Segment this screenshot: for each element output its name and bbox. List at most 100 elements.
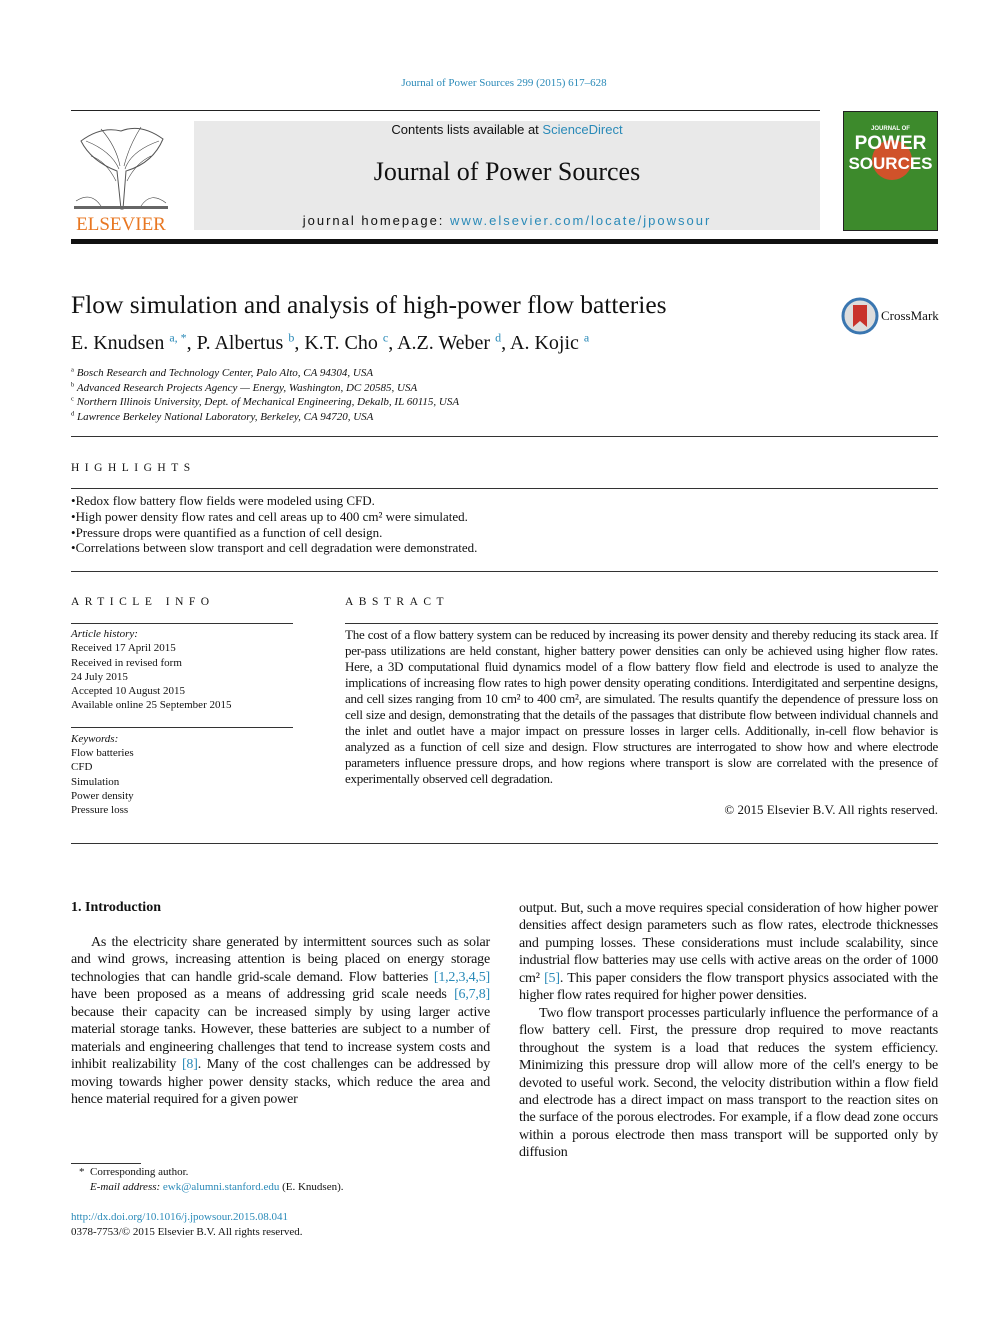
citation-link[interactable]: [1,2,3,4,5] [434, 970, 490, 985]
elsevier-wordmark: ELSEVIER [76, 214, 166, 233]
citation-link[interactable]: [6,7,8] [454, 987, 490, 1002]
journal-title: Journal of Power Sources [373, 157, 641, 186]
divider [71, 436, 938, 437]
highlight-text: Correlations between slow transport and … [75, 540, 478, 556]
cover-text-1: JOURNAL OF [871, 126, 910, 132]
homepage-prefix: journal homepage: [302, 213, 451, 228]
author-name[interactable]: K.T. Cho [304, 332, 378, 354]
text-run: Two flow transport processes particularl… [519, 1005, 938, 1161]
affiliations: a Bosch Research and Technology Center, … [71, 366, 459, 424]
body-column-left: As the electricity share generated by in… [71, 934, 490, 1109]
affiliation: d Lawrence Berkeley National Laboratory,… [71, 410, 459, 425]
keywords-label: Keywords: [71, 732, 119, 745]
header-rule [71, 110, 820, 111]
email-label: E-mail address: [90, 1181, 163, 1193]
footnotes: * Corresponding author. E-mail address: … [71, 1165, 344, 1240]
paragraph: As the electricity share generated by in… [71, 934, 490, 1109]
highlight-item: •High power density flow rates and cell … [71, 509, 477, 525]
highlight-text: High power density flow rates and cell a… [75, 508, 468, 524]
footnote-rule [71, 1163, 141, 1164]
crossmark-icon [841, 297, 879, 335]
article-title: Flow simulation and analysis of high-pow… [71, 290, 667, 319]
article-info: Article history: Received 17 April 2015 R… [71, 627, 293, 818]
keywords-list: Flow batteries CFD Simulation Power density… [71, 746, 293, 817]
highlight-item: •Redox flow battery flow fields were mod… [71, 493, 477, 509]
contents-line: Contents lists available at ScienceDirec… [194, 122, 820, 137]
homepage-line: journal homepage: www.elsevier.com/locat… [194, 213, 820, 228]
history-entry: Accepted 10 August 2015 [71, 685, 185, 698]
abstract-text: The cost of a flow battery system can be… [345, 627, 938, 786]
divider [71, 488, 938, 489]
history-list: Received 17 April 2015 Received in revise… [71, 641, 293, 712]
divider [71, 726, 293, 728]
author-affiliation-marker[interactable]: c [383, 330, 388, 344]
highlight-text: Redox flow battery flow fields were mode… [75, 493, 375, 508]
citation-link[interactable]: [5] [544, 971, 560, 986]
affiliation: b Advanced Research Projects Agency — En… [71, 381, 459, 396]
cover-text-3: SOURCES [848, 154, 933, 173]
author-name[interactable]: P. Albertus [197, 332, 284, 354]
crossmark-button[interactable]: CrossMark [841, 297, 941, 335]
article-info-heading: ARTICLE INFO [71, 596, 215, 608]
elsevier-logo: ELSEVIER [71, 121, 171, 233]
author-list: E. Knudsen a, *, P. Albertus b, K.T. Cho… [71, 330, 590, 354]
author-name[interactable]: A.Z. Weber [397, 332, 490, 354]
highlights-heading: HIGHLIGHTS [71, 462, 196, 474]
abstract-heading: ABSTRACT [345, 596, 450, 608]
author-affiliation-marker[interactable]: d [495, 330, 501, 344]
history-entry: Available online 25 September 2015 [71, 699, 232, 712]
keyword: Pressure loss [71, 804, 129, 817]
crossmark-label: CrossMark [881, 308, 939, 323]
paragraph: output. But, such a move requires specia… [519, 900, 938, 1005]
footnote-marker: * [79, 1166, 85, 1178]
text-run: As the electricity share generated by in… [71, 935, 490, 985]
journal-citation-link[interactable]: Journal of Power Sources 299 (2015) 617–… [0, 77, 992, 89]
section-heading: 1. Introduction [71, 900, 161, 915]
header-thick-rule [71, 239, 938, 244]
email-link[interactable]: ewk@alumni.stanford.edu [163, 1181, 279, 1193]
highlight-item: •Pressure drops were quantified as a fun… [71, 525, 477, 541]
history-entry: 24 July 2015 [71, 670, 128, 683]
affiliation: c Northern Illinois University, Dept. of… [71, 395, 459, 410]
divider [345, 623, 938, 624]
history-label: Article history: [71, 628, 138, 640]
keyword: Flow batteries [71, 747, 134, 760]
journal-banner: Contents lists available at ScienceDirec… [194, 121, 820, 230]
highlight-text: Pressure drops were quantified as a func… [75, 524, 383, 540]
corresponding-note: * Corresponding author. [71, 1165, 344, 1180]
affiliation-text: Northern Illinois University, Dept. of M… [73, 396, 460, 408]
author-affiliation-marker[interactable]: a, * [169, 330, 186, 344]
history-entry: Received 17 April 2015 [71, 642, 176, 655]
email-suffix: (E. Knudsen). [279, 1181, 344, 1193]
author-name[interactable]: E. Knudsen [71, 332, 164, 354]
history-entry: Received in revised form [71, 656, 182, 669]
affiliation-text: Bosch Research and Technology Center, Pa… [73, 367, 374, 379]
paragraph: Two flow transport processes particularl… [519, 1005, 938, 1162]
citation-link[interactable]: [8] [182, 1057, 198, 1072]
contents-prefix: Contents lists available at [391, 122, 543, 137]
journal-cover: JOURNAL OF POWER SOURCES [843, 111, 938, 231]
highlights-list: •Redox flow battery flow fields were mod… [71, 493, 477, 556]
text-run: . This paper considers the flow transpor… [519, 970, 938, 1004]
homepage-link[interactable]: www.elsevier.com/locate/jpowsour [450, 213, 711, 228]
affiliation: a Bosch Research and Technology Center, … [71, 366, 459, 381]
divider [71, 571, 938, 572]
affiliation-text: Advanced Research Projects Agency — Ener… [74, 381, 418, 394]
corresponding-text: Corresponding author. [90, 1166, 189, 1178]
doi-link[interactable]: http://dx.doi.org/10.1016/j.jpowsour.201… [71, 1211, 288, 1223]
affiliation-text: Lawrence Berkeley National Laboratory, B… [74, 410, 374, 423]
email-note: E-mail address: ewk@alumni.stanford.edu … [71, 1180, 344, 1195]
author-affiliation-marker[interactable]: a [584, 330, 589, 344]
issn-copyright: 0378-7753/© 2015 Elsevier B.V. All right… [71, 1226, 303, 1238]
keyword: CFD [71, 761, 93, 774]
highlight-item: •Correlations between slow transport and… [71, 540, 477, 556]
body-column-right: output. But, such a move requires specia… [519, 900, 938, 1162]
text-run: have been proposed as a means of address… [71, 987, 455, 1003]
abstract-copyright: © 2015 Elsevier B.V. All rights reserved… [724, 802, 938, 817]
cover-text-2: POWER [854, 133, 927, 154]
author-name[interactable]: A. Kojic [510, 332, 579, 354]
divider [71, 623, 293, 624]
divider [71, 843, 938, 844]
author-affiliation-marker[interactable]: b [288, 330, 294, 344]
sciencedirect-link[interactable]: ScienceDirect [542, 122, 622, 137]
